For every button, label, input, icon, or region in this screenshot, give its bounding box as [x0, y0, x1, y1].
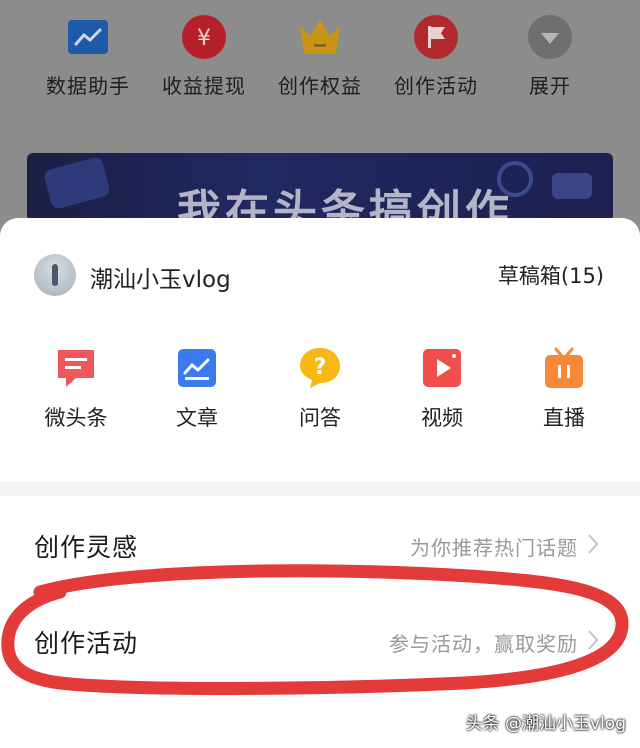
camera-icon [552, 173, 592, 199]
live-icon [542, 346, 586, 390]
row-title: 创作活动 [34, 629, 139, 658]
row-hint: 参与活动，赢取奖励 [389, 632, 578, 656]
drafts-link[interactable]: 草稿箱(15) [498, 260, 604, 290]
section-divider [0, 482, 640, 496]
row-title: 创作灵感 [34, 533, 139, 562]
background-page: 数据助手 ¥ 收益提现 创作权益 创作活动 展开 我在头条搞创作 [0, 0, 640, 221]
banner-decoration [42, 155, 112, 211]
tool-label: 收益提现 [162, 74, 246, 98]
create-options: 微头条 文章 ? 问答 视频 直播 [0, 346, 640, 456]
tool-expand[interactable]: 展开 [490, 14, 610, 99]
tool-earnings-withdraw[interactable]: ¥ 收益提现 [144, 14, 264, 99]
tool-label: 展开 [529, 74, 571, 98]
tool-creator-activity[interactable]: 创作活动 [376, 14, 496, 99]
row-hint: 为你推荐热门话题 [410, 536, 578, 560]
profile-row: 潮汕小玉vlog 草稿箱(15) [0, 218, 640, 328]
article-icon [175, 346, 219, 390]
top-tools-bar: 数据助手 ¥ 收益提现 创作权益 创作活动 展开 [0, 0, 640, 130]
avatar[interactable] [34, 254, 76, 296]
promo-banner[interactable]: 我在头条搞创作 [27, 153, 613, 221]
qa-icon: ? [298, 346, 342, 390]
yen-icon: ¥ [181, 14, 227, 60]
expand-icon [527, 14, 573, 60]
create-sheet: 潮汕小玉vlog 草稿箱(15) 微头条 文章 ? 问答 视频 直播 创作灵感 … [0, 218, 640, 748]
flag-icon [413, 14, 459, 60]
create-qa-button[interactable]: ? 问答 [270, 346, 370, 432]
tool-label: 数据助手 [46, 74, 130, 98]
create-label: 直播 [543, 406, 585, 430]
svg-text:?: ? [314, 355, 327, 380]
video-icon [420, 346, 464, 390]
banner-title: 我在头条搞创作 [177, 186, 513, 221]
inspiration-row[interactable]: 创作灵感 为你推荐热门话题 [0, 498, 640, 594]
planet-icon [497, 161, 533, 197]
create-micro-post-button[interactable]: 微头条 [26, 346, 126, 432]
chevron-right-icon [588, 534, 599, 554]
create-label: 微头条 [44, 406, 108, 430]
user-name[interactable]: 潮汕小玉vlog [90, 260, 231, 294]
activity-row[interactable]: 创作活动 参与活动，赢取奖励 [0, 594, 640, 690]
create-label: 文章 [176, 406, 218, 430]
create-live-button[interactable]: 直播 [514, 346, 614, 432]
create-video-button[interactable]: 视频 [392, 346, 492, 432]
create-label: 问答 [299, 406, 341, 430]
crown-icon [297, 14, 343, 60]
tool-label: 创作活动 [394, 74, 478, 98]
watermark: 头条 @潮汕小玉vlog [465, 714, 626, 734]
micro-post-icon [54, 346, 98, 390]
chart-icon [65, 14, 111, 60]
create-article-button[interactable]: 文章 [147, 346, 247, 432]
svg-text:¥: ¥ [197, 26, 211, 51]
chevron-right-icon [588, 630, 599, 650]
avatar-figure [52, 264, 58, 286]
tool-creator-rights[interactable]: 创作权益 [260, 14, 380, 99]
tool-label: 创作权益 [278, 74, 362, 98]
tool-data-assistant[interactable]: 数据助手 [28, 14, 148, 99]
create-label: 视频 [421, 406, 463, 430]
